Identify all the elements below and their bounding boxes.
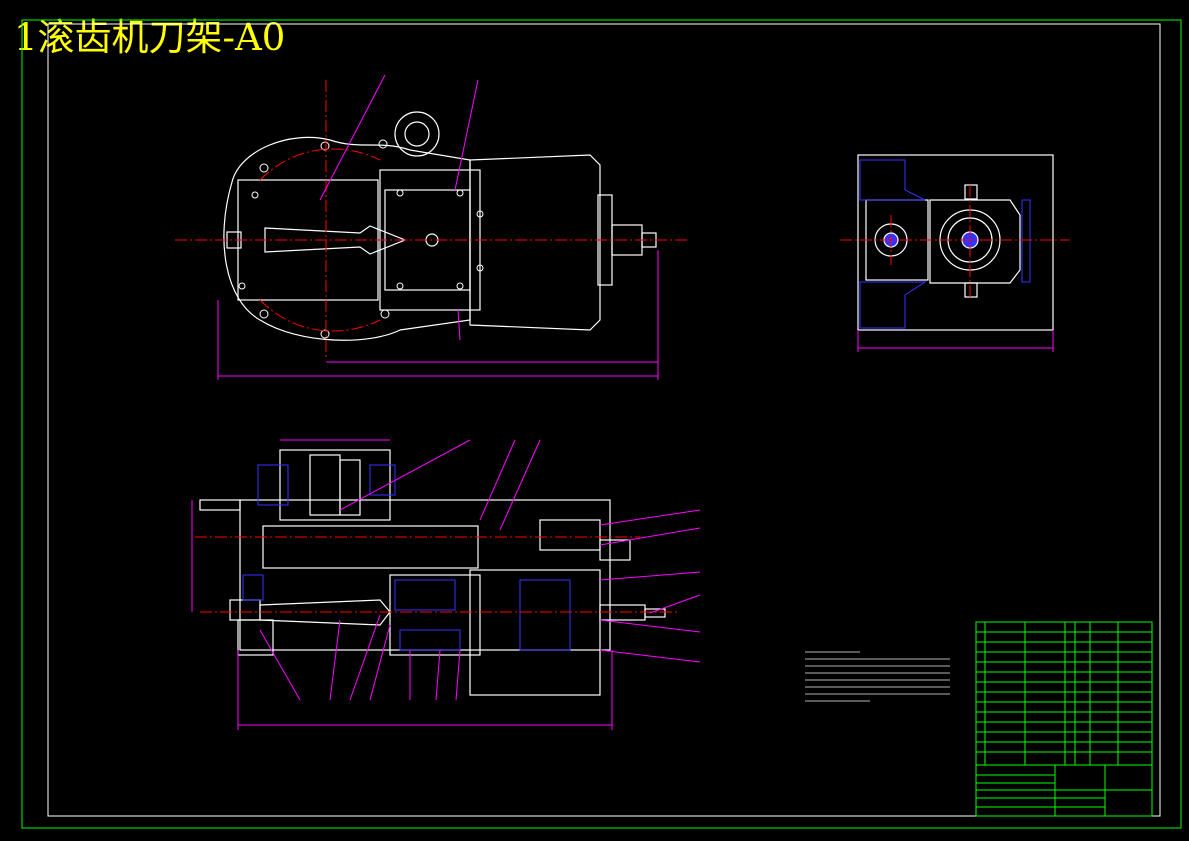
side-view [857,154,1054,331]
section-hatch [242,464,571,651]
drawing-frame [21,19,1182,829]
section-view [199,449,666,696]
title-block [975,621,1153,817]
side-view-dimensions [857,330,1054,352]
section-dimensions [191,439,701,730]
top-view-dimensions [217,74,659,380]
top-elevation-view [223,111,657,341]
technical-notes [805,651,950,702]
cad-drawing [21,19,1182,829]
top-view-centerlines [175,80,690,360]
